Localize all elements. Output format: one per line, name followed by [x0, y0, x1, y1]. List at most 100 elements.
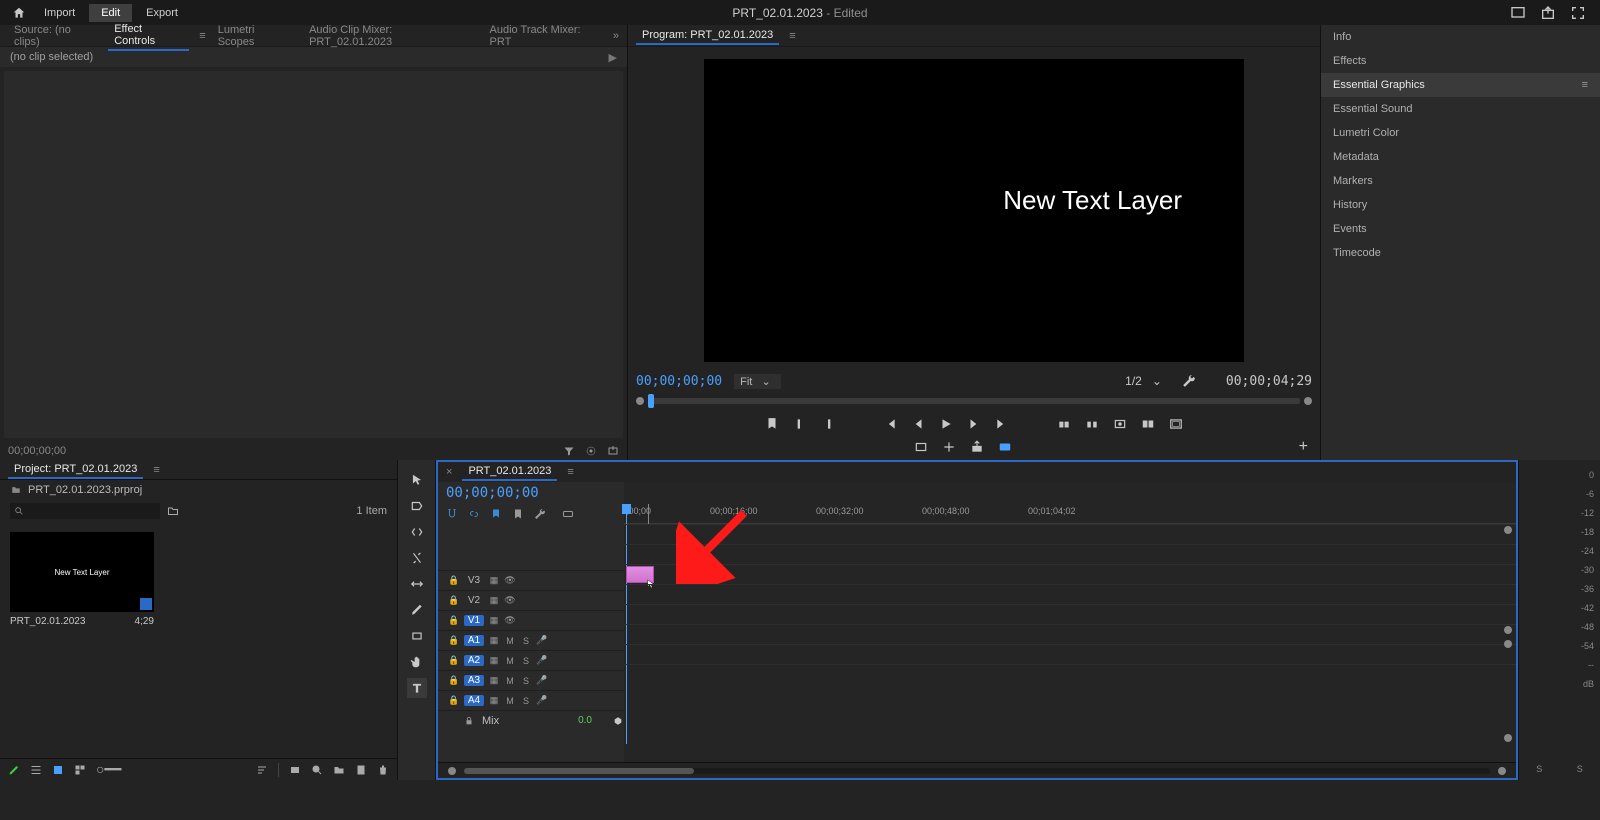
pen-icon[interactable]	[8, 764, 20, 776]
right-panel-history[interactable]: History	[1321, 193, 1600, 217]
export-frame-icon[interactable]	[607, 445, 619, 457]
project-bin[interactable]: New Text Layer PRT_02.01.2023 4;29	[0, 522, 397, 758]
program-scrubber[interactable]	[634, 392, 1314, 410]
track-header-v1[interactable]: 🔒V1▦👁	[438, 610, 624, 630]
timeline-close-icon[interactable]: ×	[446, 466, 452, 478]
scrub-track[interactable]	[648, 398, 1300, 404]
mute-icon[interactable]: M	[504, 655, 516, 667]
lock-icon[interactable]: 🔒	[448, 575, 460, 587]
add-marker-icon[interactable]	[765, 417, 779, 431]
program-monitor[interactable]: New Text Layer	[704, 59, 1244, 362]
timeline-tracks-area[interactable]: ;00;00 00;00;16;00 00;00;32;00 00;00;48;…	[624, 482, 1516, 762]
meter-ch-left[interactable]: S	[1536, 764, 1542, 774]
meter-ch-right[interactable]: S	[1577, 764, 1583, 774]
program-timecode[interactable]: 00;00;00;00	[636, 374, 722, 389]
zoom-thumb[interactable]	[464, 768, 694, 774]
lane-v1[interactable]	[624, 564, 1516, 584]
clip-item[interactable]: New Text Layer PRT_02.01.2023 4;29	[10, 532, 154, 627]
lock-icon[interactable]	[464, 716, 474, 726]
tab-project[interactable]: Project: PRT_02.01.2023	[8, 461, 143, 479]
voice-over-icon[interactable]: 🎤	[536, 675, 548, 687]
mix-expand-icon[interactable]	[612, 716, 624, 726]
razor-tool-icon[interactable]	[407, 548, 427, 568]
sync-lock-icon[interactable]: ▦	[488, 595, 500, 607]
add-marker-tl-icon[interactable]	[490, 508, 502, 520]
menu-edit[interactable]: Edit	[89, 4, 132, 22]
track-header-a3[interactable]: 🔒A3▦MS🎤	[438, 670, 624, 690]
hand-tool-icon[interactable]	[407, 652, 427, 672]
caption-track-icon[interactable]	[562, 508, 574, 520]
track-header-v3[interactable]: 🔒V3▦👁	[438, 570, 624, 590]
v-scroll-mid-cap2[interactable]	[1504, 640, 1512, 648]
home-icon[interactable]	[8, 2, 30, 24]
mute-icon[interactable]: M	[504, 675, 516, 687]
zoom-left-cap[interactable]	[448, 767, 456, 775]
playhead-handle[interactable]	[622, 504, 631, 514]
trash-icon[interactable]	[377, 764, 389, 776]
track-header-a2[interactable]: 🔒A2▦MS🎤	[438, 650, 624, 670]
lane-a4[interactable]	[624, 644, 1516, 664]
sort-icon[interactable]	[256, 764, 268, 776]
sync-lock-icon[interactable]: ▦	[488, 575, 500, 587]
lift-icon[interactable]	[1057, 417, 1071, 431]
button-editor-icon[interactable]: +	[1299, 438, 1308, 456]
extract-icon[interactable]	[1085, 417, 1099, 431]
solo-icon[interactable]: S	[520, 675, 532, 687]
track-select-tool-icon[interactable]	[407, 496, 427, 516]
slip-tool-icon[interactable]	[407, 574, 427, 594]
step-forward-icon[interactable]	[967, 417, 981, 431]
new-bin-icon[interactable]	[166, 505, 180, 517]
project-tab-menu-icon[interactable]: ≡	[153, 464, 159, 476]
solo-icon[interactable]: S	[520, 655, 532, 667]
menu-import[interactable]: Import	[32, 4, 87, 22]
eye-icon[interactable]: 👁	[504, 615, 516, 627]
wrench-icon[interactable]	[1182, 374, 1196, 388]
sync-lock-icon[interactable]: ▦	[488, 675, 500, 687]
project-search[interactable]	[10, 503, 160, 519]
automate-icon[interactable]	[289, 764, 301, 776]
fullscreen-icon[interactable]	[1570, 5, 1586, 21]
proxy-icon[interactable]	[914, 440, 928, 454]
program-tab-menu-icon[interactable]: ≡	[789, 30, 795, 42]
scrub-playhead[interactable]	[648, 394, 654, 408]
publish-icon[interactable]	[970, 440, 984, 454]
tab-audio-track-mixer[interactable]: Audio Track Mixer: PRT	[484, 22, 607, 50]
menu-export[interactable]: Export	[134, 4, 190, 22]
sync-lock-icon[interactable]: ▦	[488, 635, 500, 647]
mark-in-icon[interactable]	[793, 417, 807, 431]
timeline-zoom-bar[interactable]	[438, 762, 1516, 778]
pen-tool-icon[interactable]	[407, 600, 427, 620]
eye-icon[interactable]: 👁	[504, 575, 516, 587]
export-frame-icon[interactable]	[1113, 417, 1127, 431]
lock-icon[interactable]: 🔒	[448, 615, 460, 627]
go-to-out-icon[interactable]	[995, 417, 1009, 431]
lock-icon[interactable]: 🔒	[448, 655, 460, 667]
snap-icon[interactable]	[446, 508, 458, 520]
type-tool-icon[interactable]	[407, 678, 427, 698]
mute-icon[interactable]: M	[504, 695, 516, 707]
right-panel-lumetri-color[interactable]: Lumetri Color	[1321, 121, 1600, 145]
right-panel-timecode[interactable]: Timecode	[1321, 241, 1600, 265]
solo-icon[interactable]: S	[520, 695, 532, 707]
voice-over-icon[interactable]: 🎤	[536, 695, 548, 707]
rectangle-tool-icon[interactable]	[407, 626, 427, 646]
expand-arrow-icon[interactable]: ▶	[609, 51, 617, 64]
lane-a1[interactable]	[624, 584, 1516, 604]
settings-icon[interactable]	[585, 445, 597, 457]
lock-icon[interactable]: 🔒	[448, 595, 460, 607]
right-panel-markers[interactable]: Markers	[1321, 169, 1600, 193]
timeline-timecode[interactable]: 00;00;00;00	[446, 485, 539, 501]
mark-out-icon[interactable]	[821, 417, 835, 431]
lane-v3[interactable]	[624, 524, 1516, 544]
v-scroll-bottom-cap[interactable]	[1504, 734, 1512, 742]
track-label[interactable]: V1	[464, 615, 484, 626]
go-to-in-icon[interactable]	[883, 417, 897, 431]
right-panel-essential-sound[interactable]: Essential Sound	[1321, 97, 1600, 121]
sync-lock-icon[interactable]: ▦	[488, 655, 500, 667]
lane-v2[interactable]	[624, 544, 1516, 564]
track-label[interactable]: A3	[464, 675, 484, 686]
timeline-ruler[interactable]: ;00;00 00;00;16;00 00;00;32;00 00;00;48;…	[624, 504, 1516, 524]
mix-value[interactable]: 0.0	[578, 715, 592, 726]
mute-icon[interactable]: M	[504, 635, 516, 647]
clip-thumbnail[interactable]: New Text Layer	[10, 532, 154, 612]
